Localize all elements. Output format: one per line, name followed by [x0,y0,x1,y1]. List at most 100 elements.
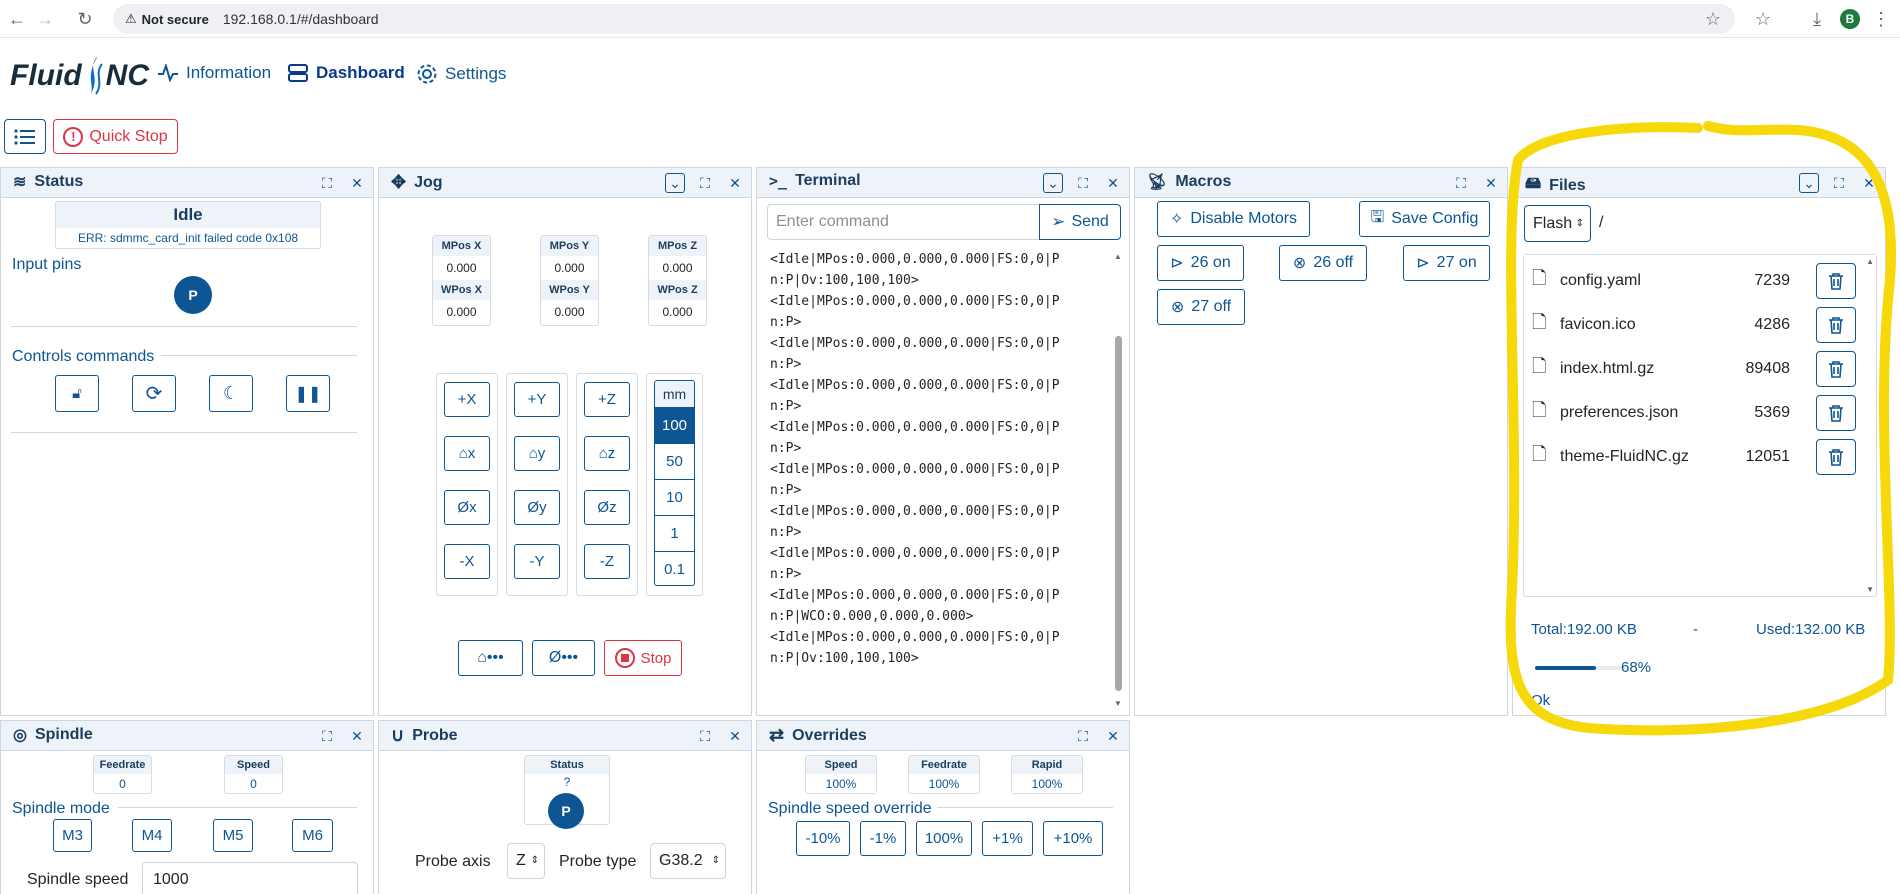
jog-minus-z-button[interactable]: -Z [584,544,630,579]
fullscreen-icon[interactable]: ⛶ [1073,726,1093,746]
divider [11,326,357,327]
spindle-m3-button[interactable]: M3 [53,819,92,852]
send-button[interactable]: ➢ Send [1039,204,1121,240]
sleep-button[interactable]: ☾ [209,375,253,412]
x-circle-icon: ⊗ [1170,299,1185,316]
flame-icon [89,56,103,96]
status-panel: ≋ Status ⛶ ✕ Idle ERR: sdmmc_card_init fa… [0,167,374,716]
warning-icon: ⚠ [125,11,137,26]
unlock-button[interactable]: 🔓︎ [55,375,99,412]
quick-stop-button[interactable]: ! Quick Stop [53,119,178,154]
home-z-button[interactable]: ⌂z [584,436,630,471]
url-text[interactable]: 192.168.0.1/#/dashboard [223,11,379,27]
macro-27-on-button[interactable]: ⊳ 27 on [1403,245,1490,281]
terminal-line: <Idle|MPos:0.000,0.000,0.000|FS:0,0|P [770,588,1060,603]
close-icon[interactable]: ✕ [725,173,745,193]
fullscreen-icon[interactable]: ⛶ [695,173,715,193]
macro-27-off-button[interactable]: ⊗ 27 off [1157,289,1245,325]
step-0-1-button[interactable]: 0.1 [655,551,694,585]
zero-y-button[interactable]: Øy [514,490,560,525]
save-config-button[interactable]: 🖫 Save Config [1359,201,1490,237]
spindle-m4-button[interactable]: M4 [132,819,172,852]
scroll-down-icon[interactable]: ▼ [1113,699,1123,708]
fullscreen-icon[interactable]: ⛶ [1073,173,1093,193]
spindle-speed-readout: Speed 0 [224,755,283,794]
jog-plus-y-button[interactable]: +Y [514,382,560,417]
jog-stop-button[interactable]: Stop [604,640,682,676]
unlock-icon: 🔓︎ [72,385,82,402]
layers-icon: ≋ [13,174,27,191]
terminal-scrollbar[interactable]: ▲ ▼ [1113,252,1123,708]
close-icon[interactable]: ✕ [347,726,367,746]
nav-dashboard[interactable]: Dashboard [287,63,405,83]
step-100-button[interactable]: 100 [655,407,694,443]
zero-x-button[interactable]: Øx [444,490,490,525]
unit-label: mm [655,381,694,407]
spindle-feedrate: Feedrate 0 [93,755,152,794]
jog-plus-z-button[interactable]: +Z [584,382,630,417]
panel-list-button[interactable] [4,119,46,154]
repeat-icon: ⇄ [769,725,785,745]
zero-all-button[interactable]: Ø••• [532,640,595,676]
step-1-button[interactable]: 1 [655,515,694,551]
fullscreen-icon[interactable]: ⛶ [695,726,715,746]
override-plus-10-button[interactable]: +10% [1043,821,1103,856]
macro-26-on-button[interactable]: ⊳ 26 on [1157,245,1244,281]
position-z: MPos Z 0.000 WPos Z 0.000 [648,235,707,326]
terminal-line: n:P> [770,357,802,372]
jog-panel: ✥ Jog ⌄ ⛶ ✕ MPos X 0.000 WPos X 0.000 MPo… [378,167,752,716]
bookmarks-icon[interactable]: ☆ [1750,6,1776,32]
close-icon[interactable]: ✕ [725,726,745,746]
fullscreen-icon[interactable]: ⛶ [317,726,337,746]
reset-button[interactable]: ⟳ [132,375,176,412]
step-10-button[interactable]: 10 [655,479,694,515]
terminal-line: n:P> [770,567,802,582]
home-y-button[interactable]: ⌂y [514,436,560,471]
spindle-speed-input[interactable]: 1000 [142,862,358,894]
fullscreen-icon[interactable]: ⛶ [317,173,337,193]
scroll-up-icon[interactable]: ▲ [1113,252,1123,261]
override-minus-1-button[interactable]: -1% [860,821,906,856]
home-all-button[interactable]: ⌂••• [458,640,523,676]
panel-title: Status [34,173,84,190]
jog-minus-x-button[interactable]: -X [444,544,490,579]
forward-icon[interactable]: → [32,6,58,32]
profile-avatar[interactable]: B [1840,9,1860,29]
bookmark-star-icon[interactable]: ☆ [1705,9,1721,30]
override-minus-10-button[interactable]: -10% [796,821,850,856]
reload-icon[interactable]: ↻ [72,6,98,32]
command-input[interactable]: Enter command [767,204,1039,240]
probe-axis-select[interactable]: Z ⇕ [507,843,545,879]
override-100-button[interactable]: 100% [916,821,972,856]
collapse-icon[interactable]: ⌄ [665,173,685,193]
jog-plus-x-button[interactable]: +X [444,382,490,417]
zero-z-button[interactable]: Øz [584,490,630,525]
close-icon[interactable]: ✕ [1103,173,1123,193]
close-icon[interactable]: ✕ [1103,726,1123,746]
menu-kebab-icon[interactable]: ⋮ [1868,6,1894,32]
terminal-output[interactable]: <Idle|MPos:0.000,0.000,0.000|FS:0,0|P n:P… [767,249,1111,710]
play-circle-icon: ⊳ [1170,255,1184,272]
macro-26-off-button[interactable]: ⊗ 26 off [1279,245,1367,281]
terminal-line: <Idle|MPos:0.000,0.000,0.000|FS:0,0|P [770,378,1060,393]
fullscreen-icon[interactable]: ⛶ [1451,173,1471,193]
jog-column-z: +Z ⌂z Øz -Z [576,373,638,596]
address-bar[interactable]: ⚠ Not secure 192.168.0.1/#/dashboard ☆ [113,4,1735,34]
back-icon[interactable]: ← [4,6,30,32]
step-50-button[interactable]: 50 [655,443,694,479]
disable-motors-button[interactable]: ✧ Disable Motors [1157,201,1310,237]
collapse-icon[interactable]: ⌄ [1043,173,1063,193]
override-plus-1-button[interactable]: +1% [982,821,1033,856]
nav-settings[interactable]: Settings [416,63,506,85]
spindle-m5-button[interactable]: M5 [213,819,253,852]
home-x-button[interactable]: ⌂x [444,436,490,471]
scroll-thumb[interactable] [1115,336,1122,691]
close-icon[interactable]: ✕ [347,173,367,193]
probe-type-select[interactable]: G38.2 ⇕ [650,843,726,879]
spindle-speed-label: Spindle speed [27,871,129,888]
pause-button[interactable]: ❚❚ [286,375,330,412]
download-icon[interactable]: ⤓ [1804,6,1830,32]
jog-minus-y-button[interactable]: -Y [514,544,560,579]
spindle-m6-button[interactable]: M6 [292,819,333,852]
nav-information[interactable]: Information [157,63,271,83]
